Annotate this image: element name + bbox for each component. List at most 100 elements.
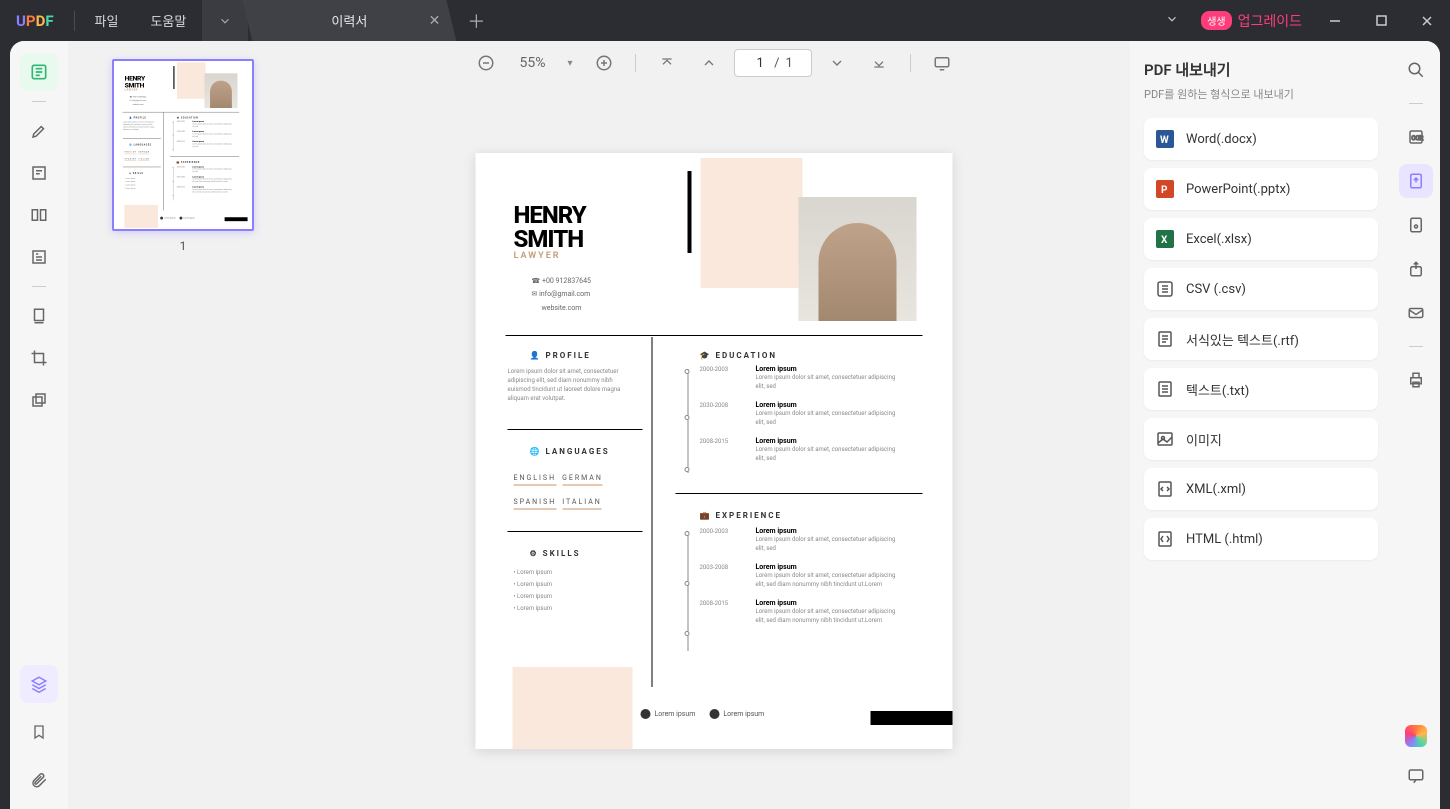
titlebar: UPDF 파일 도움말 이력서 ✕ ＋ 생생 업그레이드 (0, 0, 1450, 41)
ppt-icon: P (1156, 180, 1174, 198)
ocr-icon: OCR (1407, 128, 1425, 146)
highlighter-icon (30, 122, 48, 140)
edit-text-button[interactable] (20, 154, 58, 192)
paperclip-icon (30, 771, 48, 789)
pdf-page[interactable]: HENRYSMITH LAWYER ☎ +00 912837645 ✉ info… (114, 61, 248, 228)
ai-icon (1405, 725, 1427, 747)
current-page-input[interactable] (746, 56, 774, 71)
export-format-rtf[interactable]: 서식있는 텍스트(.rtf) (1144, 318, 1378, 360)
export-icon (1407, 172, 1425, 190)
svg-text:P: P (1161, 185, 1168, 196)
window-close-button[interactable] (1404, 0, 1450, 41)
search-button[interactable] (1399, 53, 1433, 87)
window-maximize-button[interactable] (1358, 0, 1404, 41)
next-page-button[interactable] (820, 46, 854, 80)
last-page-button[interactable] (862, 46, 896, 80)
export-format-html[interactable]: HTML (.html) (1144, 518, 1378, 560)
format-label: CSV (.csv) (1186, 282, 1246, 297)
svg-text:W: W (1160, 135, 1169, 146)
close-icon (1421, 15, 1433, 27)
separator (1409, 346, 1423, 347)
document-tab[interactable]: 이력서 ✕ (242, 0, 456, 41)
search-icon (1407, 61, 1425, 79)
prev-page-button[interactable] (692, 46, 726, 80)
thumbnail-page-number: 1 (180, 239, 187, 253)
tab-close-icon[interactable]: ✕ (429, 13, 441, 29)
resume-role: LAWYER (514, 251, 561, 261)
resume-role: LAWYER (125, 88, 138, 91)
resume-name: HENRYSMITH (514, 203, 586, 251)
separator (32, 286, 46, 287)
resume-photo (204, 73, 237, 108)
chevron-double-up-icon (659, 55, 675, 71)
bookmark-button[interactable] (20, 713, 58, 751)
export-format-image[interactable]: 이미지 (1144, 418, 1378, 460)
export-format-xml[interactable]: XML(.xml) (1144, 468, 1378, 510)
upgrade-label: 업그레이드 (1238, 11, 1302, 31)
zoom-out-icon (477, 54, 495, 72)
export-format-csv[interactable]: CSV (.csv) (1144, 268, 1378, 310)
window-minimize-button[interactable] (1312, 0, 1358, 41)
compare-button[interactable] (20, 196, 58, 234)
format-label: HTML (.html) (1186, 532, 1263, 547)
presentation-button[interactable] (925, 46, 959, 80)
menu-file[interactable]: 파일 (79, 11, 135, 30)
resume-contact: ☎ +00 912837645 ✉ info@gmail.com website… (532, 275, 591, 315)
watermark-button[interactable] (20, 381, 58, 419)
history-tab[interactable] (202, 0, 248, 41)
stack-icon (30, 391, 48, 409)
comment-button[interactable] (1399, 759, 1433, 793)
zoom-in-button[interactable] (587, 46, 621, 80)
image-icon (1156, 430, 1174, 448)
total-pages: 1 (780, 56, 799, 71)
chevron-down-icon (218, 14, 232, 28)
attachment-button[interactable] (20, 761, 58, 799)
export-format-ppt[interactable]: PPowerPoint(.pptx) (1144, 168, 1378, 210)
crop-icon (30, 349, 48, 367)
layers-button[interactable] (20, 665, 58, 703)
chevron-down-icon (829, 55, 845, 71)
page-thumbnail[interactable]: HENRYSMITH LAWYER ☎ +00 912837645 ✉ info… (112, 59, 254, 231)
presentation-icon (933, 54, 951, 72)
reader-mode-button[interactable] (20, 53, 58, 91)
ocr-button[interactable]: OCR (1399, 120, 1433, 154)
document-viewer: 55% ▾ / 1 (298, 41, 1130, 809)
page-input-box[interactable]: / 1 (734, 49, 812, 77)
protect-button[interactable] (1399, 208, 1433, 242)
highlighter-button[interactable] (20, 112, 58, 150)
comment-icon (1407, 767, 1425, 785)
zoom-in-icon (595, 54, 613, 72)
resume-contact: ☎ +00 912837645 ✉ info@gmail.com website… (130, 95, 147, 106)
upgrade-button[interactable]: 생생 업그레이드 (1191, 11, 1312, 31)
zoom-dropdown[interactable]: ▾ (561, 58, 578, 69)
zoom-out-button[interactable] (469, 46, 503, 80)
organize-pages-button[interactable] (20, 297, 58, 335)
chevron-down-icon (1165, 12, 1179, 26)
form-button[interactable] (20, 238, 58, 276)
share-button[interactable] (1399, 252, 1433, 286)
app-logo: UPDF (0, 12, 70, 30)
left-toolbar (10, 41, 68, 809)
more-menu-button[interactable] (1153, 11, 1191, 30)
export-button[interactable] (1399, 164, 1433, 198)
ai-assistant-button[interactable] (1399, 719, 1433, 753)
format-label: Excel(.xlsx) (1186, 232, 1252, 247)
rtf-icon (1156, 330, 1174, 348)
menu-help[interactable]: 도움말 (134, 11, 202, 30)
print-button[interactable] (1399, 363, 1433, 397)
export-format-excel[interactable]: XExcel(.xlsx) (1144, 218, 1378, 260)
svg-text:OCR: OCR (1412, 135, 1424, 142)
layers-icon (30, 675, 48, 693)
export-format-txt[interactable]: 텍스트(.txt) (1144, 368, 1378, 410)
chevron-up-icon (701, 55, 717, 71)
pdf-page[interactable]: HENRYSMITH LAWYER ☎ +00 912837645 ✉ info… (476, 153, 953, 749)
crop-button[interactable] (20, 339, 58, 377)
first-page-button[interactable] (650, 46, 684, 80)
add-tab-button[interactable]: ＋ (456, 8, 496, 34)
email-button[interactable] (1399, 296, 1433, 330)
maximize-icon (1376, 15, 1387, 26)
divider (74, 11, 75, 31)
xml-icon (1156, 480, 1174, 498)
export-format-word[interactable]: WWord(.docx) (1144, 118, 1378, 160)
compare-icon (30, 206, 48, 224)
